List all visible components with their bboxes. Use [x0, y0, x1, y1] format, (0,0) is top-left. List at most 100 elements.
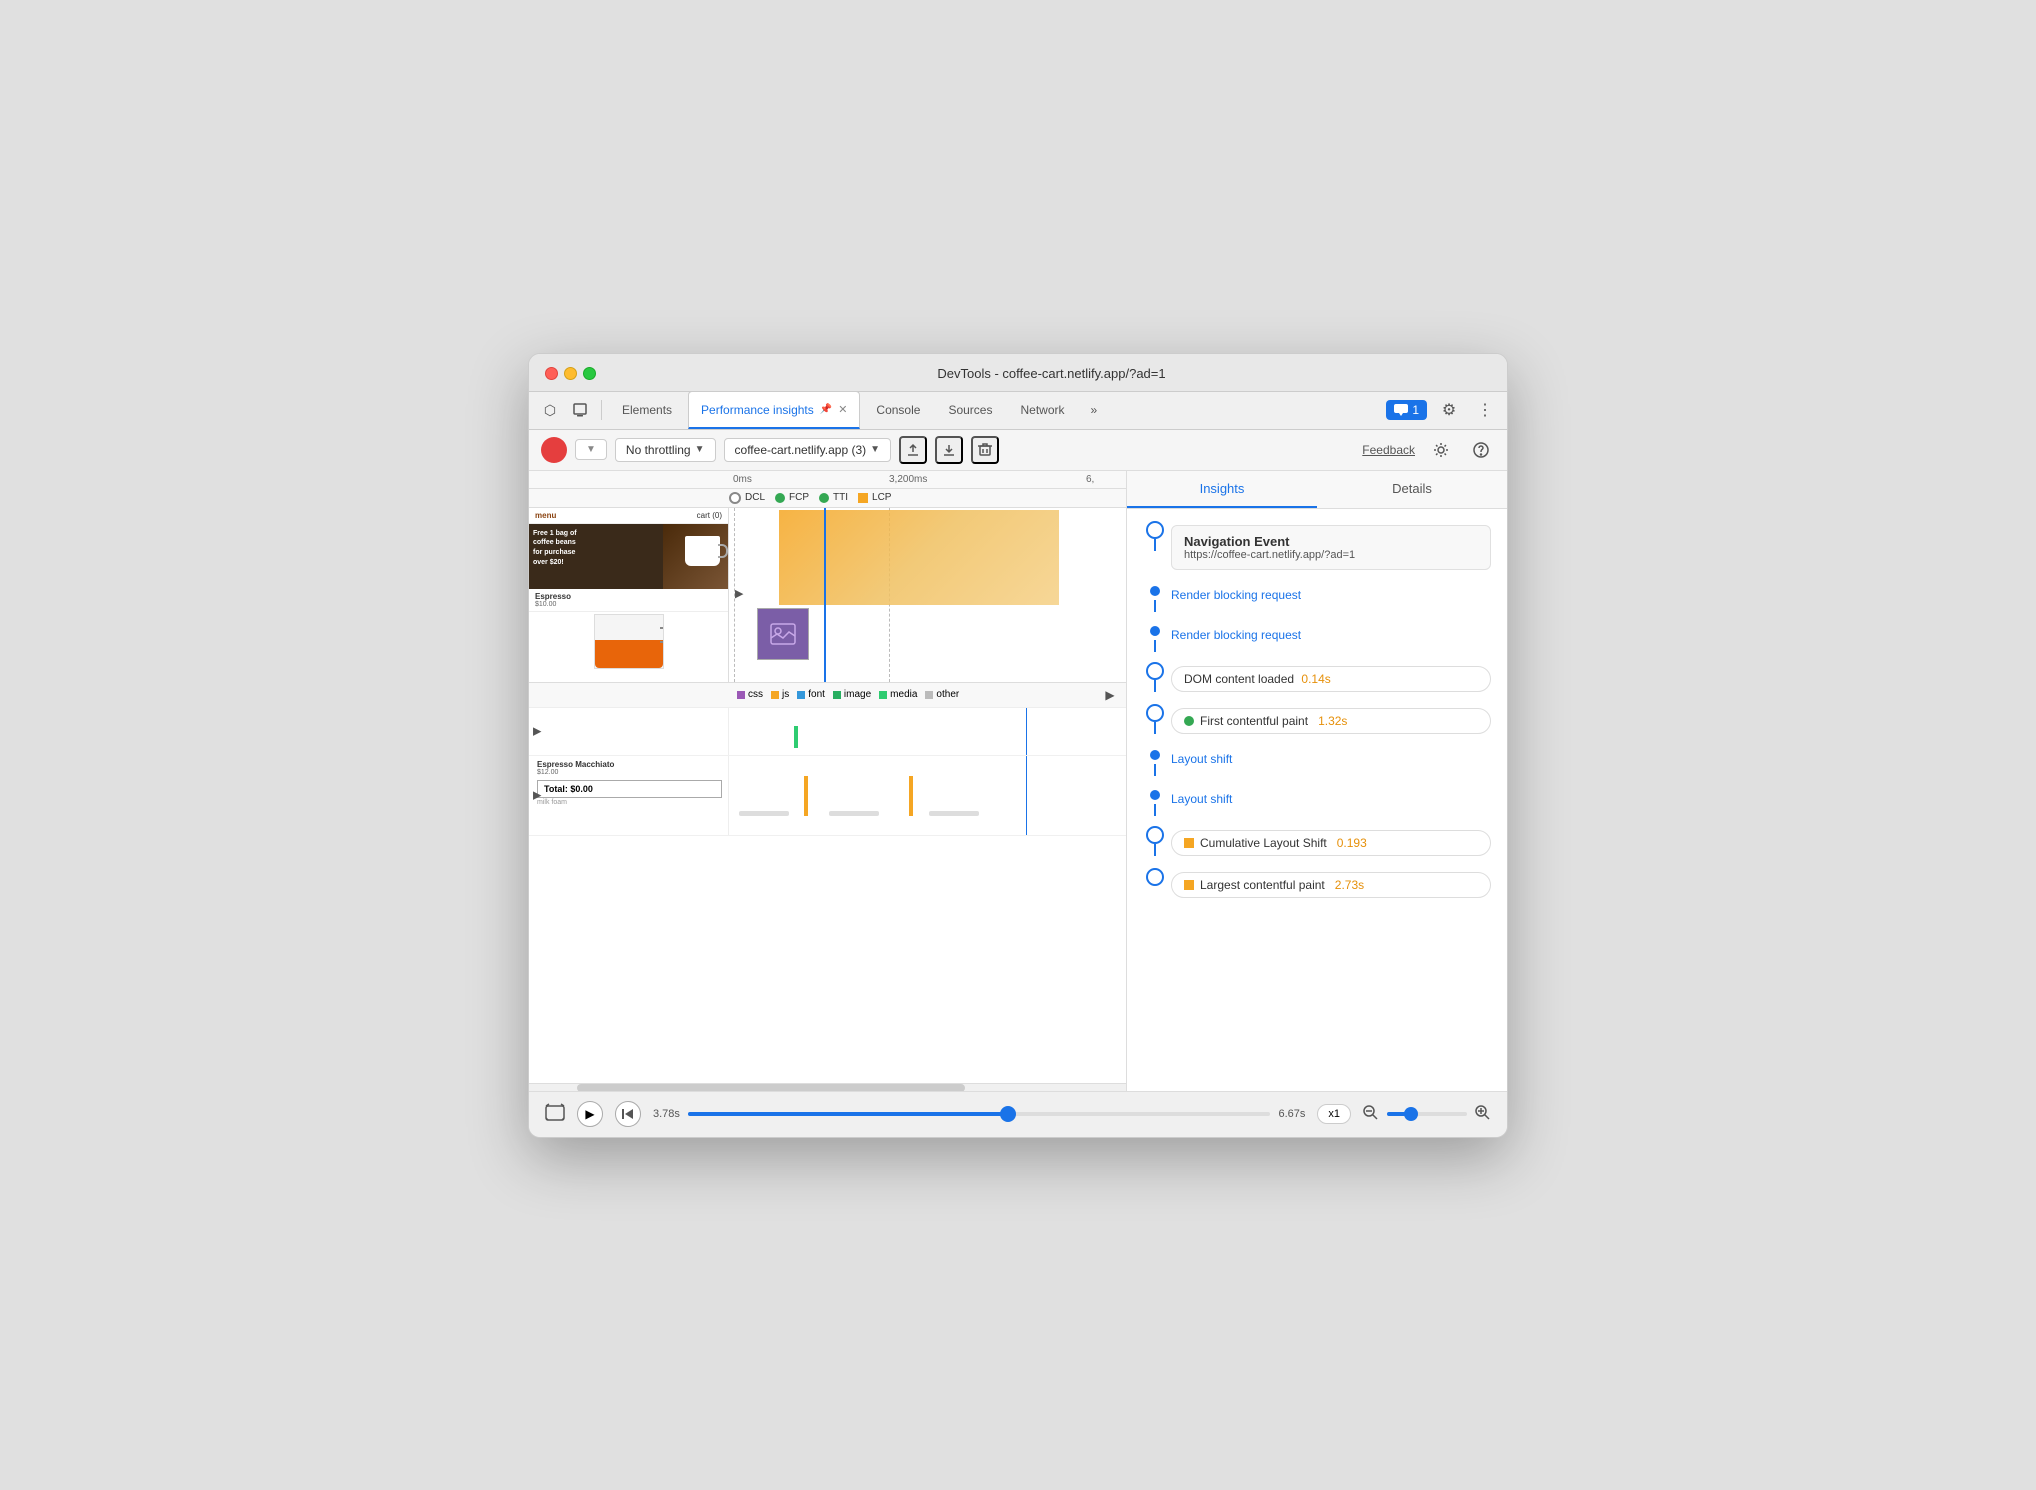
legend-media: media: [879, 689, 917, 700]
fcp-entry: First contentful paint 1.32s: [1143, 704, 1491, 742]
lcp-entry: Largest contentful paint 2.73s: [1143, 868, 1491, 906]
layout-shift-2-link[interactable]: Layout shift: [1171, 792, 1232, 806]
lcp-badge: Largest contentful paint 2.73s: [1171, 872, 1491, 898]
upload-button[interactable]: [899, 436, 927, 464]
maximize-button[interactable]: [583, 367, 596, 380]
media-color: [879, 691, 887, 699]
zoom-slider[interactable]: [1387, 1112, 1467, 1116]
device-icon[interactable]: [567, 397, 593, 423]
play-button[interactable]: ▶: [577, 1101, 603, 1127]
cls-badge: Cumulative Layout Shift 0.193: [1171, 830, 1491, 856]
tti-dot: [819, 493, 829, 503]
tab-console[interactable]: Console: [864, 391, 932, 429]
timestamp-3200ms: 3,200ms: [829, 474, 1086, 485]
dom-loaded-badge: DOM content loaded 0.14s: [1171, 666, 1491, 692]
feedback-link[interactable]: Feedback: [1362, 443, 1415, 457]
skip-start-button[interactable]: [615, 1101, 641, 1127]
tab-network[interactable]: Network: [1008, 391, 1076, 429]
more-menu-button[interactable]: ⋮: [1471, 396, 1499, 424]
tabs-bar: ⬡ Elements Performance insights 📌 ✕ Cons…: [529, 392, 1507, 430]
throttle-dropdown[interactable]: No throttling ▼: [615, 438, 716, 462]
render-block-2-link[interactable]: Render blocking request: [1171, 628, 1301, 642]
row-arrow-2[interactable]: ▶: [533, 789, 541, 802]
tab-close-icon[interactable]: ✕: [838, 403, 847, 416]
nav-line: [1154, 539, 1156, 551]
row-arrow-1[interactable]: ▶: [533, 725, 541, 738]
notifications-badge[interactable]: 1: [1386, 400, 1427, 420]
tab-insights[interactable]: Insights: [1127, 471, 1317, 508]
close-button[interactable]: [545, 367, 558, 380]
zoom-in-button[interactable]: [1475, 1105, 1491, 1124]
toolbar: ▼ No throttling ▼ coffee-cart.netlify.ap…: [529, 430, 1507, 471]
toolbar-settings-button[interactable]: [1427, 436, 1455, 464]
rb1-content: Render blocking request: [1167, 582, 1491, 612]
legend-js: js: [771, 689, 789, 700]
timeline-left-arrow-top[interactable]: ▶: [735, 586, 751, 602]
tabs-overflow-button[interactable]: »: [1085, 399, 1104, 421]
font-color: [797, 691, 805, 699]
record-button[interactable]: [541, 437, 567, 463]
delete-button[interactable]: [971, 436, 999, 464]
js-color: [771, 691, 779, 699]
lcp-content: Largest contentful paint 2.73s: [1167, 868, 1491, 906]
help-button[interactable]: [1467, 436, 1495, 464]
minimize-button[interactable]: [564, 367, 577, 380]
fcp-badge: First contentful paint 1.32s: [1171, 708, 1491, 734]
title-bar: DevTools - coffee-cart.netlify.app/?ad=1: [529, 354, 1507, 392]
screenshot-button[interactable]: [545, 1103, 565, 1126]
expand-icon[interactable]: ▶: [1102, 687, 1118, 703]
dom-loaded-entry: DOM content loaded 0.14s: [1143, 662, 1491, 700]
render-block-1-link[interactable]: Render blocking request: [1171, 588, 1301, 602]
tab-separator: [601, 400, 602, 420]
download-button[interactable]: [935, 436, 963, 464]
dcl-circle: [729, 492, 741, 504]
render-block-1-entry: Render blocking request: [1143, 582, 1491, 618]
nav-circle: [1146, 521, 1164, 539]
cls-entry: Cumulative Layout Shift 0.193: [1143, 826, 1491, 864]
render-block-2-entry: Render blocking request: [1143, 622, 1491, 658]
fcp-circle: [1146, 704, 1164, 722]
rb2-line: [1154, 640, 1156, 652]
insights-panel: Insights Details Navigation Event https:…: [1127, 471, 1507, 1091]
yellow-bar-2: [909, 776, 913, 816]
record-dropdown[interactable]: ▼: [575, 439, 607, 460]
lcp-orange-sq: [1184, 880, 1194, 890]
traffic-lights: [545, 367, 596, 380]
network-row-1: ▶: [529, 708, 1126, 756]
cursor-line-r1: [1026, 708, 1027, 755]
timestamp-end: 6,: [1086, 474, 1126, 485]
scrubber-thumb[interactable]: [1000, 1106, 1016, 1122]
tab-elements[interactable]: Elements: [610, 391, 684, 429]
h-scrollbar[interactable]: [529, 1083, 1126, 1091]
scrubber-track[interactable]: [688, 1112, 1271, 1116]
h-scrollbar-thumb[interactable]: [577, 1084, 965, 1091]
tab-details[interactable]: Details: [1317, 471, 1507, 508]
dcl-marker[interactable]: DCL: [729, 492, 765, 504]
lcp-circle: [1146, 868, 1164, 886]
zoom-out-button[interactable]: [1363, 1105, 1379, 1124]
tab-sources[interactable]: Sources: [936, 391, 1004, 429]
network-rows: ▶ ▶ Espresso Macchiato $12.00: [529, 708, 1126, 1083]
zoom-controls: [1363, 1105, 1491, 1124]
zoom-thumb[interactable]: [1404, 1107, 1418, 1121]
site-dropdown[interactable]: coffee-cart.netlify.app (3) ▼: [724, 438, 892, 462]
fcp-marker[interactable]: FCP: [775, 492, 809, 503]
ls2-line: [1154, 804, 1156, 816]
settings-button[interactable]: ⚙: [1435, 396, 1463, 424]
grey-bar-3: [929, 811, 979, 816]
layout-shift-1-link[interactable]: Layout shift: [1171, 752, 1232, 766]
tab-performance-insights[interactable]: Performance insights 📌 ✕: [688, 391, 860, 429]
speed-button[interactable]: x1: [1317, 1104, 1351, 1124]
row-label-2: Espresso Macchiato $12.00 Total: $0.00 m…: [529, 756, 729, 835]
cursor-icon[interactable]: ⬡: [537, 397, 563, 423]
row-content-1: [729, 708, 1126, 755]
grey-bar-2: [829, 811, 879, 816]
network-track: menu cart (0) Free 1 bag of coffee beans…: [529, 508, 1126, 683]
espresso-fill: [595, 640, 663, 668]
lcp-marker[interactable]: LCP: [858, 492, 891, 503]
window-title: DevTools - coffee-cart.netlify.app/?ad=1: [612, 366, 1491, 381]
cls-node-col: [1143, 826, 1167, 856]
legend-image: image: [833, 689, 871, 700]
tti-marker[interactable]: TTI: [819, 492, 848, 503]
scrubber-fill: [688, 1112, 1008, 1116]
